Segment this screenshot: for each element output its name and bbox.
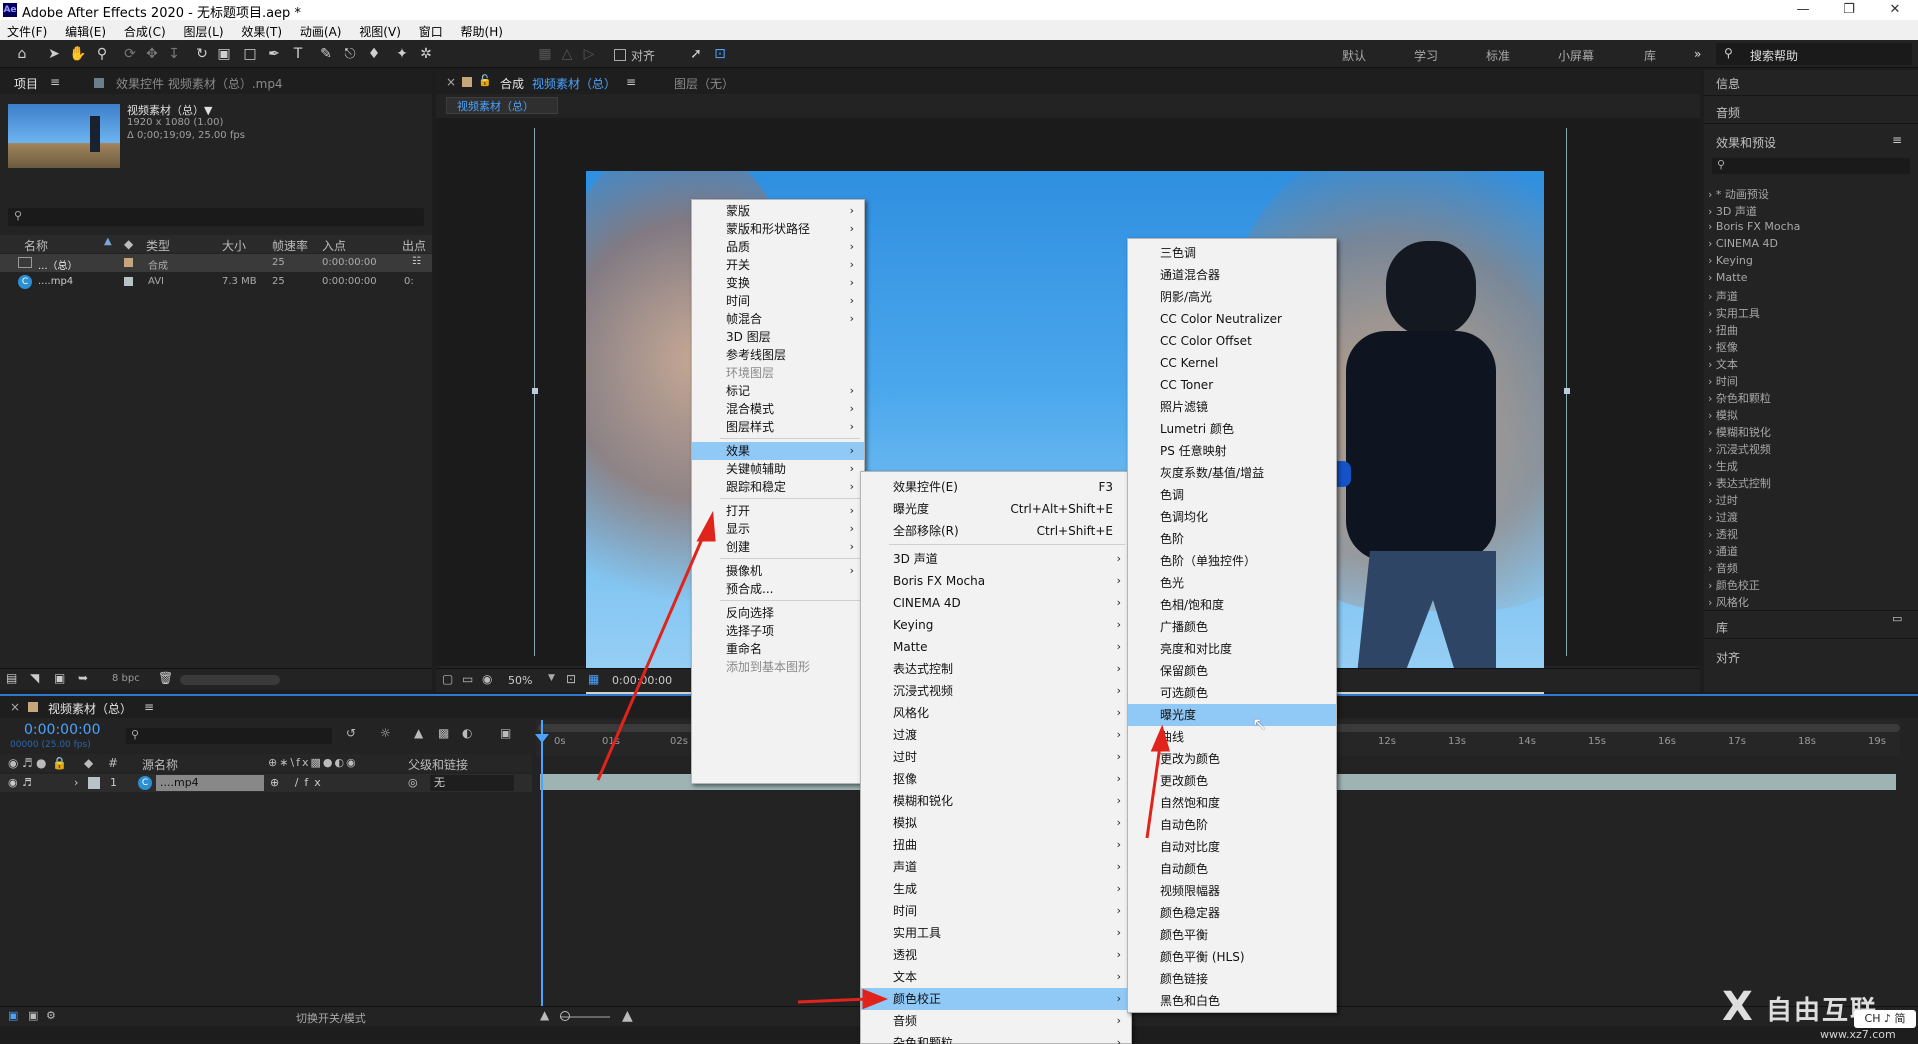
annotation-arrowhead xyxy=(1150,724,1170,752)
annotation-arrows xyxy=(596,510,1170,1010)
annotation-arrowhead xyxy=(696,510,716,542)
annotation-arrowhead xyxy=(862,988,889,1010)
annotation-arrow xyxy=(1145,745,1162,839)
watermark-url: www.xz7.com xyxy=(1820,1028,1896,1041)
ime-indicator[interactable]: CH ♪ 简 xyxy=(1854,1010,1916,1028)
annotation-arrow xyxy=(797,997,869,1004)
watermark-logo-icon: X xyxy=(1722,984,1753,1030)
annotation-arrow xyxy=(596,531,707,781)
